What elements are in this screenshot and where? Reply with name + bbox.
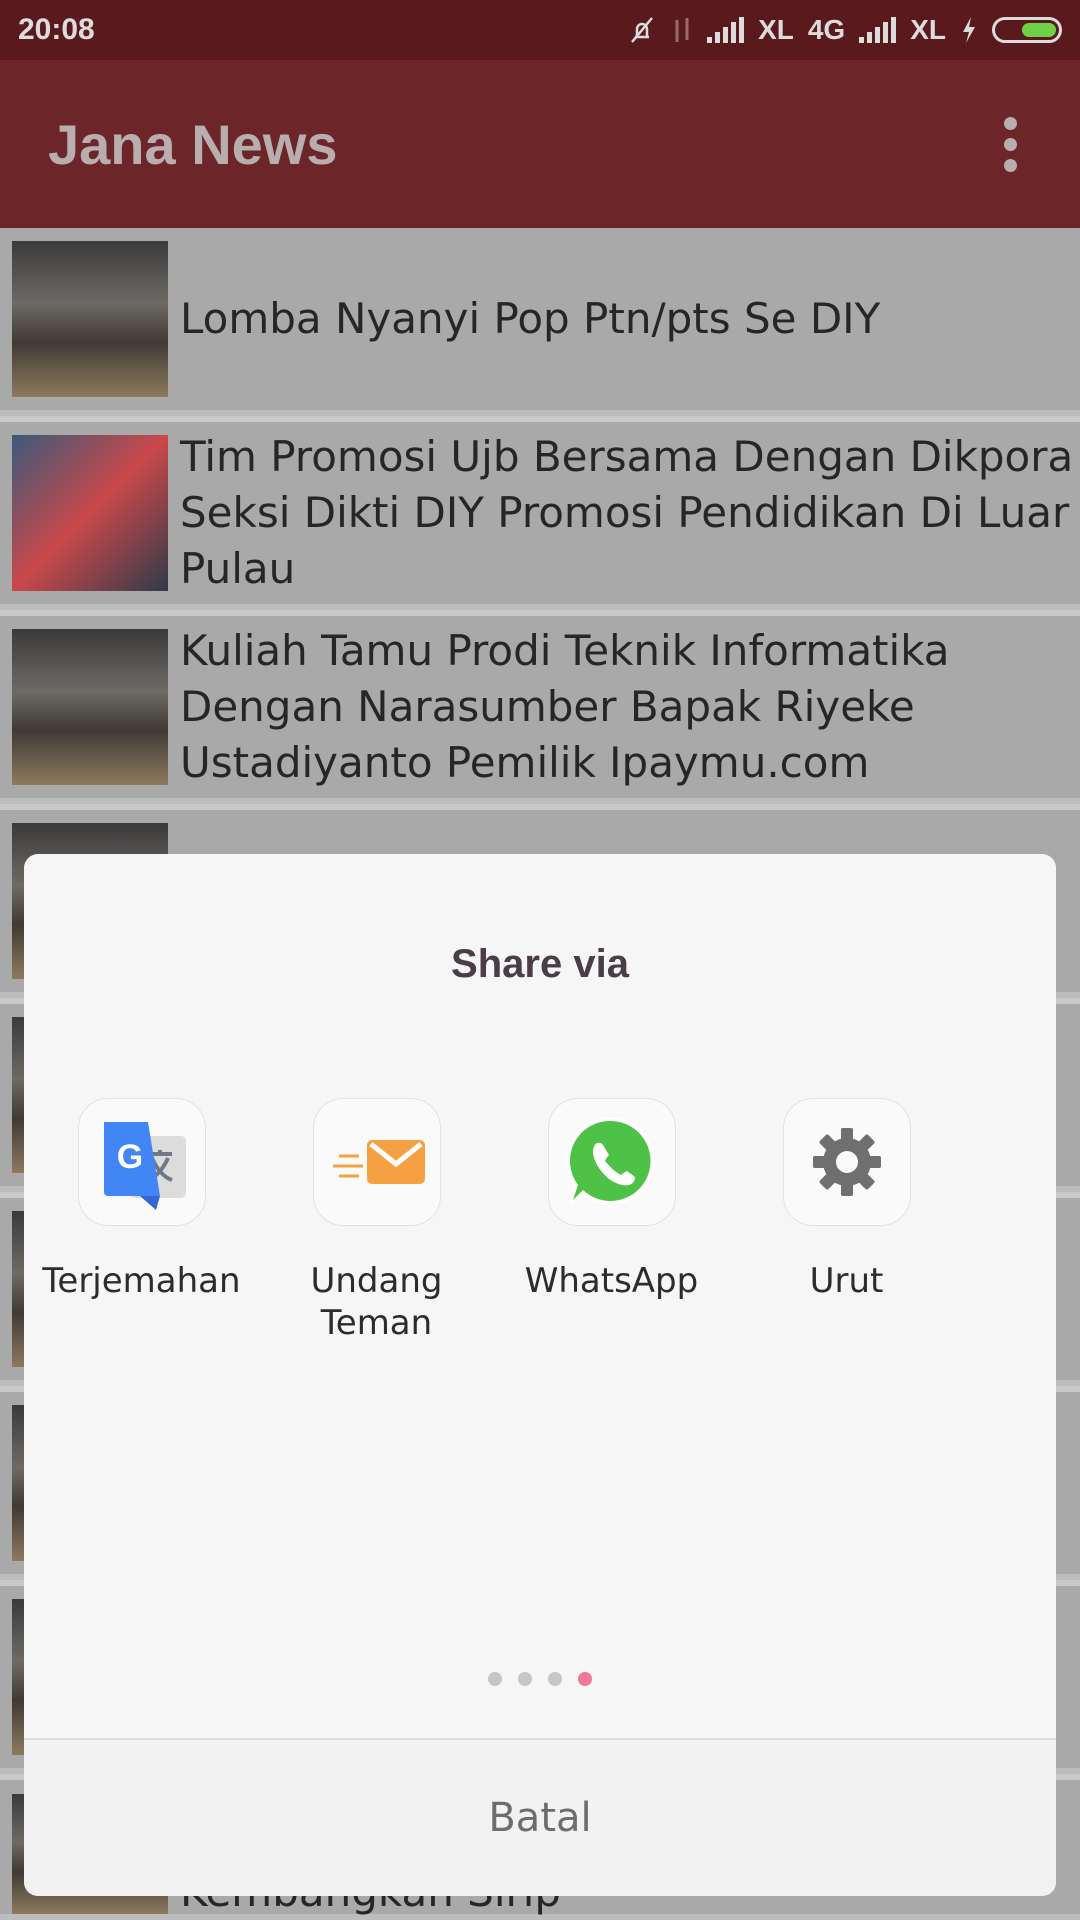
news-item[interactable]: Lomba Nyanyi Pop Ptn/pts Se DIY — [0, 228, 1080, 416]
network-type: 4G — [807, 14, 846, 45]
news-thumbnail — [12, 629, 168, 785]
charging-icon — [963, 17, 975, 43]
mail-icon — [312, 1098, 441, 1226]
news-title: Tim Promosi Ujb Bersama Dengan Dikpora S… — [180, 432, 1074, 593]
share-app-urut[interactable]: Urut — [729, 1098, 964, 1302]
news-title: Lomba Nyanyi Pop Ptn/pts Se DIY — [180, 294, 881, 343]
news-thumbnail — [12, 435, 168, 591]
carrier-2: XL — [910, 14, 946, 45]
svg-text:G: G — [116, 1138, 142, 1176]
news-item[interactable]: Kuliah Tamu Prodi Teknik Informatika Den… — [0, 616, 1080, 804]
app-label: WhatsApp — [524, 1261, 699, 1301]
dialog-title: Share via — [451, 942, 629, 986]
news-item[interactable]: Tim Promosi Ujb Bersama Dengan Dikpora S… — [0, 422, 1080, 610]
page-dot[interactable] — [518, 1672, 532, 1686]
share-app-undang-teman[interactable]: Undang Teman — [259, 1098, 494, 1344]
page-indicator — [24, 1672, 1056, 1686]
data-arrows-icon — [675, 18, 689, 42]
whatsapp-icon — [547, 1098, 676, 1226]
share-dialog: Share via G Terjemahan Undang Teman What… — [24, 854, 1056, 1896]
status-bar: 20:08 XL 4G XL — [0, 0, 1080, 60]
share-app-grid: G Terjemahan Undang Teman WhatsApp Urut — [24, 1098, 1056, 1358]
gear-icon — [782, 1098, 911, 1226]
app-label: Undang Teman — [310, 1261, 443, 1343]
app-title: Jana News — [48, 112, 338, 176]
status-icons: XL 4G XL — [627, 14, 1062, 46]
battery-icon — [992, 17, 1062, 43]
app-label: Terjemahan — [42, 1261, 241, 1301]
cancel-button[interactable]: Batal — [24, 1740, 1056, 1896]
bell-off-icon — [631, 17, 654, 43]
share-app-whatsapp[interactable]: WhatsApp — [494, 1098, 729, 1302]
page-dot-active[interactable] — [578, 1672, 592, 1686]
app-bar: Jana News — [0, 60, 1080, 228]
carrier-1: XL — [758, 14, 794, 45]
news-title: Kuliah Tamu Prodi Teknik Informatika Den… — [180, 626, 950, 787]
share-app-terjemahan[interactable]: G Terjemahan — [24, 1098, 259, 1302]
signal-icon — [859, 17, 897, 43]
more-vert-icon[interactable] — [980, 104, 1040, 184]
signal-icon — [707, 17, 745, 43]
status-time: 20:08 — [18, 13, 95, 46]
page-dot[interactable] — [488, 1672, 502, 1686]
app-label: Urut — [809, 1261, 884, 1301]
google-translate-icon: G — [77, 1098, 206, 1226]
page-dot[interactable] — [548, 1672, 562, 1686]
news-thumbnail — [12, 241, 168, 397]
